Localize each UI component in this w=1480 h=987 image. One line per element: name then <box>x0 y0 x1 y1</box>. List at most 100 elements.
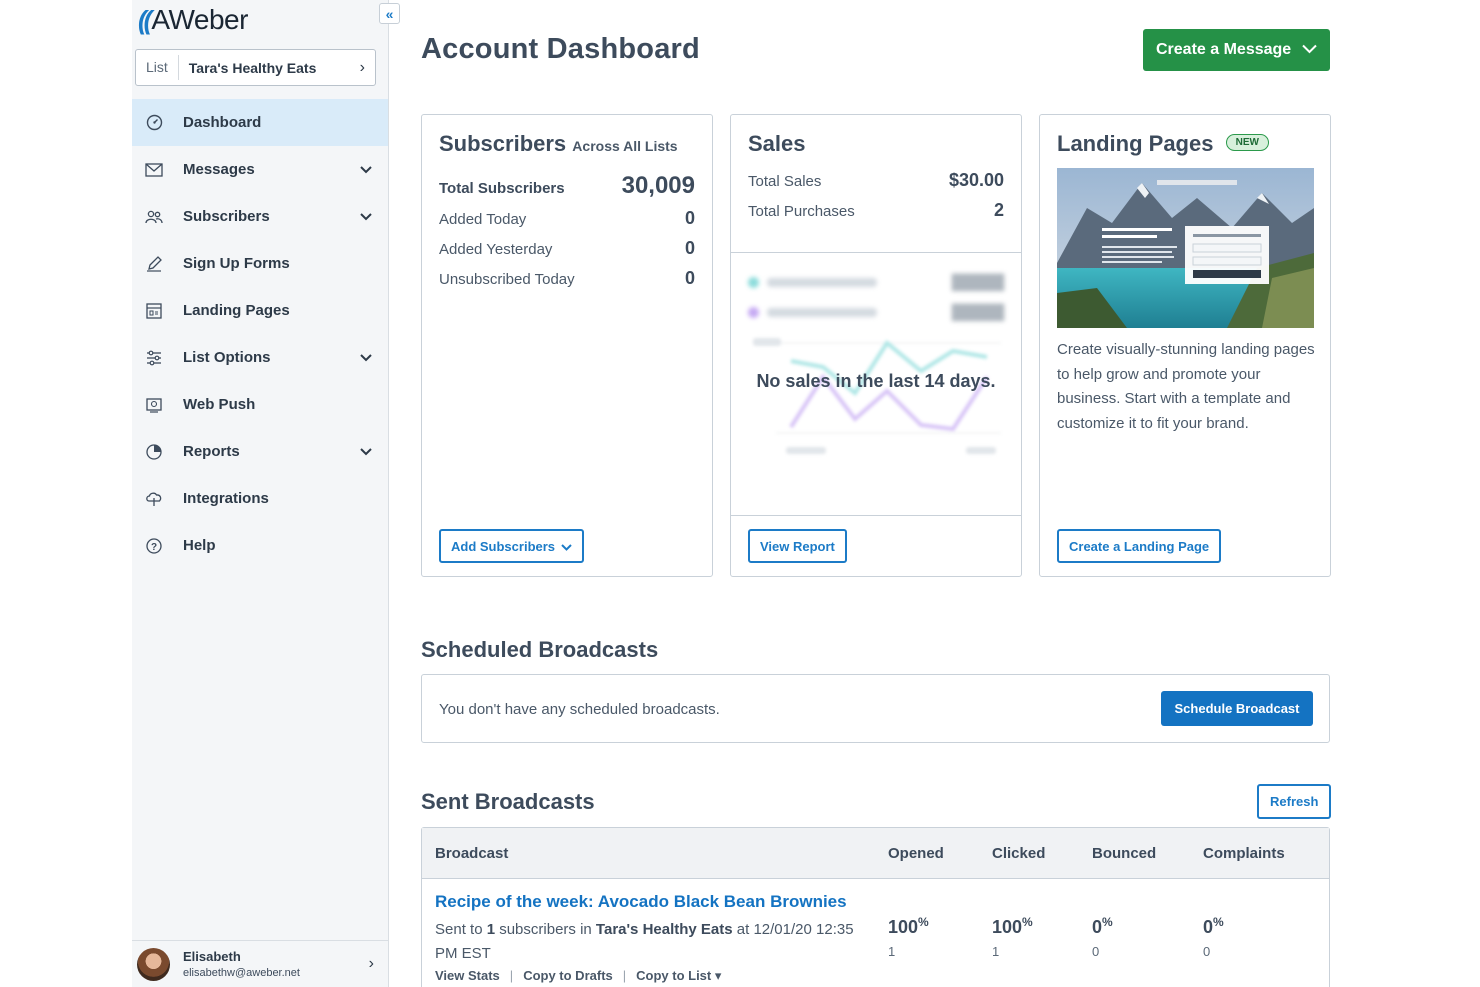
collapse-sidebar-button[interactable]: « <box>379 3 400 24</box>
opened-metric: 100% 1 <box>888 915 929 959</box>
schedule-broadcast-button[interactable]: Schedule Broadcast <box>1161 691 1313 726</box>
percent-value: 100 <box>888 917 919 937</box>
landing-title-text: Landing Pages <box>1057 131 1214 156</box>
chevron-right-icon: › <box>368 955 374 972</box>
stat-label: Added Today <box>439 211 527 228</box>
percent-value: 0 <box>1092 917 1103 937</box>
separator: | <box>622 968 627 983</box>
divider <box>731 515 1021 516</box>
sliders-icon <box>145 349 163 367</box>
landing-pages-description: Create visually-stunning landing pages t… <box>1057 341 1315 432</box>
new-badge: NEW <box>1225 133 1269 151</box>
copy-to-drafts-link[interactable]: Copy to Drafts <box>523 968 613 983</box>
sidebar-item-reports[interactable]: Reports <box>132 428 388 475</box>
stat-label: Added Yesterday <box>439 241 553 258</box>
create-message-label: Create a Message <box>1156 41 1292 58</box>
list-selector-value: Tara's Healthy Eats <box>188 59 317 76</box>
no-sales-message: No sales in the last 14 days. <box>756 371 996 391</box>
column-header-broadcast[interactable]: Broadcast <box>435 845 508 862</box>
broadcast-actions: View Stats | Copy to Drafts | Copy to List ▾ <box>435 968 721 984</box>
view-stats-link[interactable]: View Stats <box>435 968 500 983</box>
meta-text: subscribers in <box>495 921 596 938</box>
stat-label: Total Subscribers <box>439 180 565 197</box>
added-yesterday-row: Added Yesterday 0 <box>439 238 695 259</box>
double-chevron-left-icon: « <box>385 5 394 22</box>
chevron-down-icon <box>360 349 372 366</box>
separator: | <box>509 968 514 983</box>
aweber-logo[interactable]: (( AWeber <box>138 4 248 36</box>
svg-text:?: ? <box>151 542 157 553</box>
subscribers-card: Subscribers Across All Lists Total Subsc… <box>421 114 713 577</box>
subscribers-subtitle: Across All Lists <box>572 138 678 154</box>
user-email: elisabethw@aweber.net <box>183 967 300 979</box>
sidebar: (( AWeber « List Tara's Healthy Eats › D… <box>132 0 400 987</box>
sidebar-item-list-options[interactable]: List Options <box>132 334 388 381</box>
complaints-count: 0 <box>1203 944 1211 959</box>
chevron-right-icon: › <box>359 58 365 76</box>
people-icon <box>145 208 163 226</box>
broadcast-meta: Sent to 1 subscribers in Tara's Healthy … <box>435 918 855 966</box>
stat-value: 30,009 <box>621 172 695 199</box>
landing-pages-card-title: Landing Pages NEW <box>1057 131 1269 157</box>
sidebar-item-sign-up-forms[interactable]: Sign Up Forms <box>132 240 388 287</box>
view-report-button[interactable]: View Report <box>748 529 847 563</box>
avatar <box>137 947 170 981</box>
subscribers-title-text: Subscribers <box>439 131 567 156</box>
sidebar-item-label: Integrations <box>183 490 269 507</box>
sidebar-item-dashboard[interactable]: Dashboard <box>132 99 388 146</box>
sidebar-item-web-push[interactable]: Web Push <box>132 381 388 428</box>
bounced-percent: 0% <box>1092 915 1113 938</box>
sidebar-item-landing-pages[interactable]: Landing Pages <box>132 287 388 334</box>
create-landing-page-label: Create a Landing Page <box>1069 538 1210 554</box>
envelope-icon <box>145 161 163 179</box>
unsubscribed-today-row: Unsubscribed Today 0 <box>439 268 695 289</box>
table-header: Broadcast Opened Clicked Bounced Complai… <box>422 828 1329 879</box>
clicked-percent: 100% <box>992 915 1033 938</box>
pencil-icon <box>145 255 163 273</box>
sales-card: Sales Total Sales $30.00 Total Purchases… <box>730 114 1022 577</box>
landing-pages-card: Landing Pages NEW Create visually-stunni… <box>1039 114 1331 577</box>
logo-text: AWeber <box>151 4 248 35</box>
subscribers-card-title: Subscribers Across All Lists <box>439 131 678 157</box>
opened-percent: 100% <box>888 915 929 938</box>
push-screen-icon <box>145 396 163 414</box>
sidebar-item-label: List Options <box>183 349 271 366</box>
chevron-down-icon <box>1302 41 1317 59</box>
column-header-clicked[interactable]: Clicked <box>992 845 1045 862</box>
create-message-button[interactable]: Create a Message <box>1143 29 1330 71</box>
sidebar-item-label: Sign Up Forms <box>183 255 290 272</box>
added-today-row: Added Today 0 <box>439 208 695 229</box>
percent-sign: % <box>1213 915 1224 929</box>
stat-value: 0 <box>684 268 695 288</box>
column-header-complaints[interactable]: Complaints <box>1203 845 1285 862</box>
sidebar-item-help[interactable]: ? Help <box>132 522 388 569</box>
scheduled-broadcasts-title: Scheduled Broadcasts <box>421 637 659 662</box>
sidebar-item-label: Subscribers <box>183 208 270 225</box>
sidebar-nav: Dashboard Messages Subscribers Sign Up F… <box>132 99 388 569</box>
list-selector[interactable]: List Tara's Healthy Eats › <box>135 49 376 86</box>
sidebar-item-subscribers[interactable]: Subscribers <box>132 193 388 240</box>
column-header-bounced[interactable]: Bounced <box>1092 845 1156 862</box>
broadcast-title-link[interactable]: Recipe of the week: Avocado Black Bean B… <box>435 892 847 912</box>
question-circle-icon: ? <box>145 537 163 555</box>
meta-list-name: Tara's Healthy Eats <box>595 921 733 938</box>
column-header-opened[interactable]: Opened <box>888 845 944 862</box>
copy-to-list-dropdown[interactable]: Copy to List ▾ <box>636 968 721 983</box>
chevron-down-icon <box>360 443 372 460</box>
add-subscribers-label: Add Subscribers <box>451 538 556 554</box>
aweber-wave-icon: (( <box>138 4 152 35</box>
refresh-label: Refresh <box>1270 794 1319 809</box>
sidebar-item-messages[interactable]: Messages <box>132 146 388 193</box>
blurred-sales-chart <box>753 338 1001 454</box>
complaints-percent: 0% <box>1203 915 1224 938</box>
sidebar-item-label: Web Push <box>183 396 256 413</box>
scheduled-empty-text: You don't have any scheduled broadcasts. <box>439 701 720 718</box>
page-title: Account Dashboard <box>421 33 700 65</box>
refresh-button[interactable]: Refresh <box>1257 784 1332 819</box>
sidebar-item-label: Dashboard <box>183 114 262 131</box>
create-landing-page-button[interactable]: Create a Landing Page <box>1057 529 1222 563</box>
add-subscribers-button[interactable]: Add Subscribers <box>439 529 585 563</box>
total-subscribers-row: Total Subscribers 30,009 <box>439 172 695 200</box>
sidebar-item-integrations[interactable]: Integrations <box>132 475 388 522</box>
user-menu[interactable]: Elisabeth elisabethw@aweber.net › <box>132 940 388 987</box>
